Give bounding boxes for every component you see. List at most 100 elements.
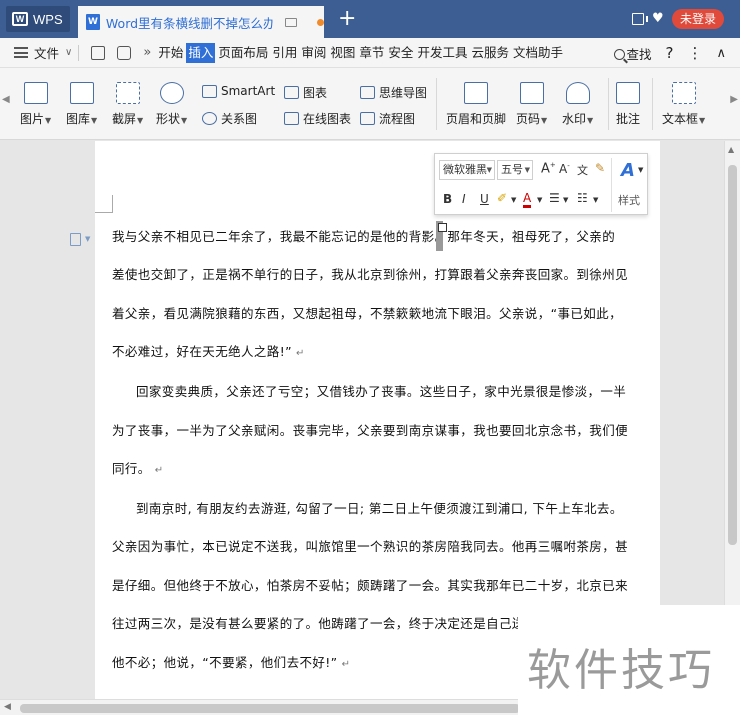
- chevron-down-icon[interactable]: ∨: [65, 47, 72, 58]
- text-line[interactable]: 往过两三次，是没有甚么要紧的了。他踌躇了一会，终于决定还是自己送我: [112, 613, 538, 632]
- comment-button[interactable]: 批注: [616, 82, 640, 127]
- menu-bar: 文件 ∨ » 开始 插入 页面布局 引用 审阅 视图 章节 安全 开发工具 云服务 文档助手 查找 …: [0, 38, 740, 68]
- tab-10[interactable]: 文档助手: [512, 43, 564, 63]
- unsaved-dot-icon[interactable]: [317, 18, 324, 26]
- file-menu[interactable]: 文件: [34, 43, 59, 62]
- ribbon-scroll-left-icon[interactable]: ◀: [2, 94, 10, 105]
- skin-icon[interactable]: ♥: [652, 12, 666, 25]
- scroll-left-icon[interactable]: ◀: [4, 702, 11, 712]
- text-line[interactable]: 是仔细。但他终于不放心，怕茶房不妥帖；颇踌躇了一会。其实我那年已二十岁，北京已来: [112, 575, 628, 594]
- chart-button[interactable]: 图表: [284, 84, 327, 101]
- tab-8[interactable]: 开发工具: [416, 43, 468, 63]
- numbered-list-icon[interactable]: ☷: [577, 191, 588, 205]
- screenshot-button[interactable]: 截屏▼: [112, 82, 143, 127]
- mindmap-button[interactable]: 思维导图: [360, 84, 427, 101]
- menu-tabs: 开始 插入 页面布局 引用 审阅 视图 章节 安全 开发工具 云服务 文档助手: [157, 42, 564, 63]
- chevron-down-icon[interactable]: ▼: [638, 166, 643, 174]
- pinyin-icon[interactable]: 文: [577, 162, 588, 178]
- text-line[interactable]: 我与父亲不相见已二年余了，我最不能忘记的是他的背影。那年冬天，祖母死了，父亲的: [112, 226, 615, 245]
- tab-0[interactable]: 开始: [157, 43, 184, 63]
- selection-anchor-icon[interactable]: [438, 223, 447, 232]
- tab-5[interactable]: 视图: [329, 43, 356, 63]
- chevron-down-icon[interactable]: ▼: [593, 196, 598, 204]
- gallery-icon: [69, 82, 94, 104]
- font-family-select[interactable]: 微软雅黑 ▼: [439, 160, 495, 180]
- smartart-button[interactable]: SmartArt: [202, 84, 275, 98]
- wps-home-tab[interactable]: W WPS: [6, 6, 70, 32]
- bullet-list-icon[interactable]: ☰: [549, 191, 560, 205]
- shape-button[interactable]: 形状▼: [156, 82, 187, 127]
- style-label[interactable]: 样式: [618, 192, 640, 208]
- picture-button[interactable]: 图片▼: [20, 82, 51, 127]
- header-footer-label: 页眉和页脚: [446, 112, 507, 126]
- save-icon[interactable]: [91, 45, 106, 60]
- chevron-down-icon: ▼: [486, 166, 492, 174]
- mindmap-icon: [360, 86, 375, 99]
- menu-separator: [78, 44, 80, 61]
- collapse-ribbon-icon[interactable]: ∧: [716, 46, 726, 61]
- new-tab-button[interactable]: +: [338, 6, 356, 32]
- vertical-scroll-thumb[interactable]: [728, 165, 737, 545]
- gallery-button[interactable]: 图库▼: [66, 82, 97, 127]
- smartart-icon: [202, 84, 217, 98]
- hamburger-icon[interactable]: [14, 47, 28, 58]
- tab-1[interactable]: 插入: [186, 42, 216, 63]
- text-line[interactable]: 他不必；他说，“不要紧，他们去不好!” ↵: [112, 652, 350, 671]
- highlight-icon[interactable]: ✐: [497, 191, 507, 205]
- header-footer-button[interactable]: 页眉和页脚: [446, 82, 506, 127]
- clear-format-icon[interactable]: ✎: [595, 161, 605, 175]
- text-line[interactable]: 不必难过，好在天无绝人之路!” ↵: [112, 341, 305, 360]
- login-button[interactable]: 未登录: [672, 9, 724, 29]
- paragraph-dropdown-icon[interactable]: ▼: [85, 235, 90, 243]
- italic-button[interactable]: I: [462, 192, 466, 206]
- document-tab[interactable]: W Word里有条横线删不掉怎么办: [78, 6, 324, 38]
- font-size-select[interactable]: 五号 ▼: [497, 160, 533, 180]
- grow-font-icon[interactable]: A+: [541, 161, 556, 176]
- search-button[interactable]: 查找: [613, 44, 652, 63]
- more-quick-icon[interactable]: »: [143, 45, 151, 60]
- underline-button[interactable]: U: [480, 192, 489, 206]
- bold-button[interactable]: B: [443, 192, 452, 206]
- font-color-icon[interactable]: A: [523, 191, 532, 208]
- tab-7[interactable]: 安全: [387, 43, 414, 63]
- tab-4[interactable]: 审阅: [300, 43, 327, 63]
- paragraph-mark-icon: ↵: [154, 465, 164, 476]
- horizontal-scroll-thumb[interactable]: [20, 704, 520, 713]
- online-chart-button[interactable]: 在线图表: [284, 110, 351, 127]
- text-line[interactable]: 到南京时, 有朋友约去游逛, 勾留了一日; 第二日上午便须渡江到浦口, 下午上车…: [136, 498, 623, 517]
- textbox-button[interactable]: 文本框▼: [662, 82, 705, 127]
- text-line[interactable]: 父亲因为事忙，本已说定不送我，叫旅馆里一个熟识的茶房陪我同去。他再三嘱咐茶房，甚: [112, 536, 628, 555]
- chevron-down-icon[interactable]: ▼: [511, 196, 516, 204]
- scroll-up-icon[interactable]: ▲: [728, 145, 734, 154]
- print-icon[interactable]: [117, 45, 132, 60]
- help-icon[interactable]: ?: [666, 44, 674, 62]
- tab-2[interactable]: 页面布局: [217, 43, 269, 63]
- shrink-font-icon[interactable]: A-: [559, 162, 570, 176]
- ribbon-scroll-right-icon[interactable]: ▶: [730, 94, 738, 105]
- paragraph-layout-icon[interactable]: [70, 233, 81, 246]
- text-line[interactable]: 差使也交卸了，正是祸不单行的日子，我从北京到徐州，打算跟着父亲奔丧回家。到徐州见: [112, 264, 628, 283]
- chevron-down-icon[interactable]: ▼: [563, 196, 568, 204]
- chevron-down-icon[interactable]: ▼: [537, 196, 542, 204]
- page-corner-mark: [95, 195, 113, 213]
- text-style-icon[interactable]: A: [621, 160, 635, 181]
- text-line[interactable]: 着父亲，看见满院狼藉的东西，又想起祖母，不禁簌簌地流下眼泪。父亲说，“事已如此，: [112, 303, 622, 322]
- page-number-button[interactable]: 页码▼: [516, 82, 547, 127]
- online-chart-icon: [284, 112, 299, 125]
- tab-9[interactable]: 云服务: [470, 43, 510, 63]
- monitor-icon[interactable]: [285, 17, 298, 27]
- text-line[interactable]: 为了丧事，一半为了父亲赋闲。丧事完毕，父亲要到南京谋事，我也要回北京念书，我们便: [112, 420, 628, 439]
- flowchart-icon: [360, 112, 375, 125]
- text-line[interactable]: 回家变卖典质，父亲还了亏空；又借钱办了丧事。这些日子，家中光景很是惨淡，一半: [136, 381, 626, 400]
- watermark-button[interactable]: 水印▼: [562, 82, 593, 127]
- tab-3[interactable]: 引用: [271, 43, 298, 63]
- flowchart-button[interactable]: 流程图: [360, 110, 415, 127]
- text-line[interactable]: 同行。 ↵: [112, 458, 163, 477]
- page-number-label: 页码: [516, 112, 541, 126]
- text-line-content: 父亲因为事忙，本已说定不送我，叫旅馆里一个熟识的茶房陪我同去。他再三嘱咐茶房，甚: [112, 539, 629, 554]
- relation-chart-button[interactable]: 关系图: [202, 110, 257, 127]
- tab-6[interactable]: 章节: [358, 43, 385, 63]
- text-line-content: 我与父亲不相见已二年余了，我最不能忘记的是他的背影。那年冬天，祖母死了，父亲的: [112, 229, 616, 244]
- more-icon[interactable]: ⋮: [687, 44, 702, 62]
- tablet-mode-icon[interactable]: [632, 13, 648, 25]
